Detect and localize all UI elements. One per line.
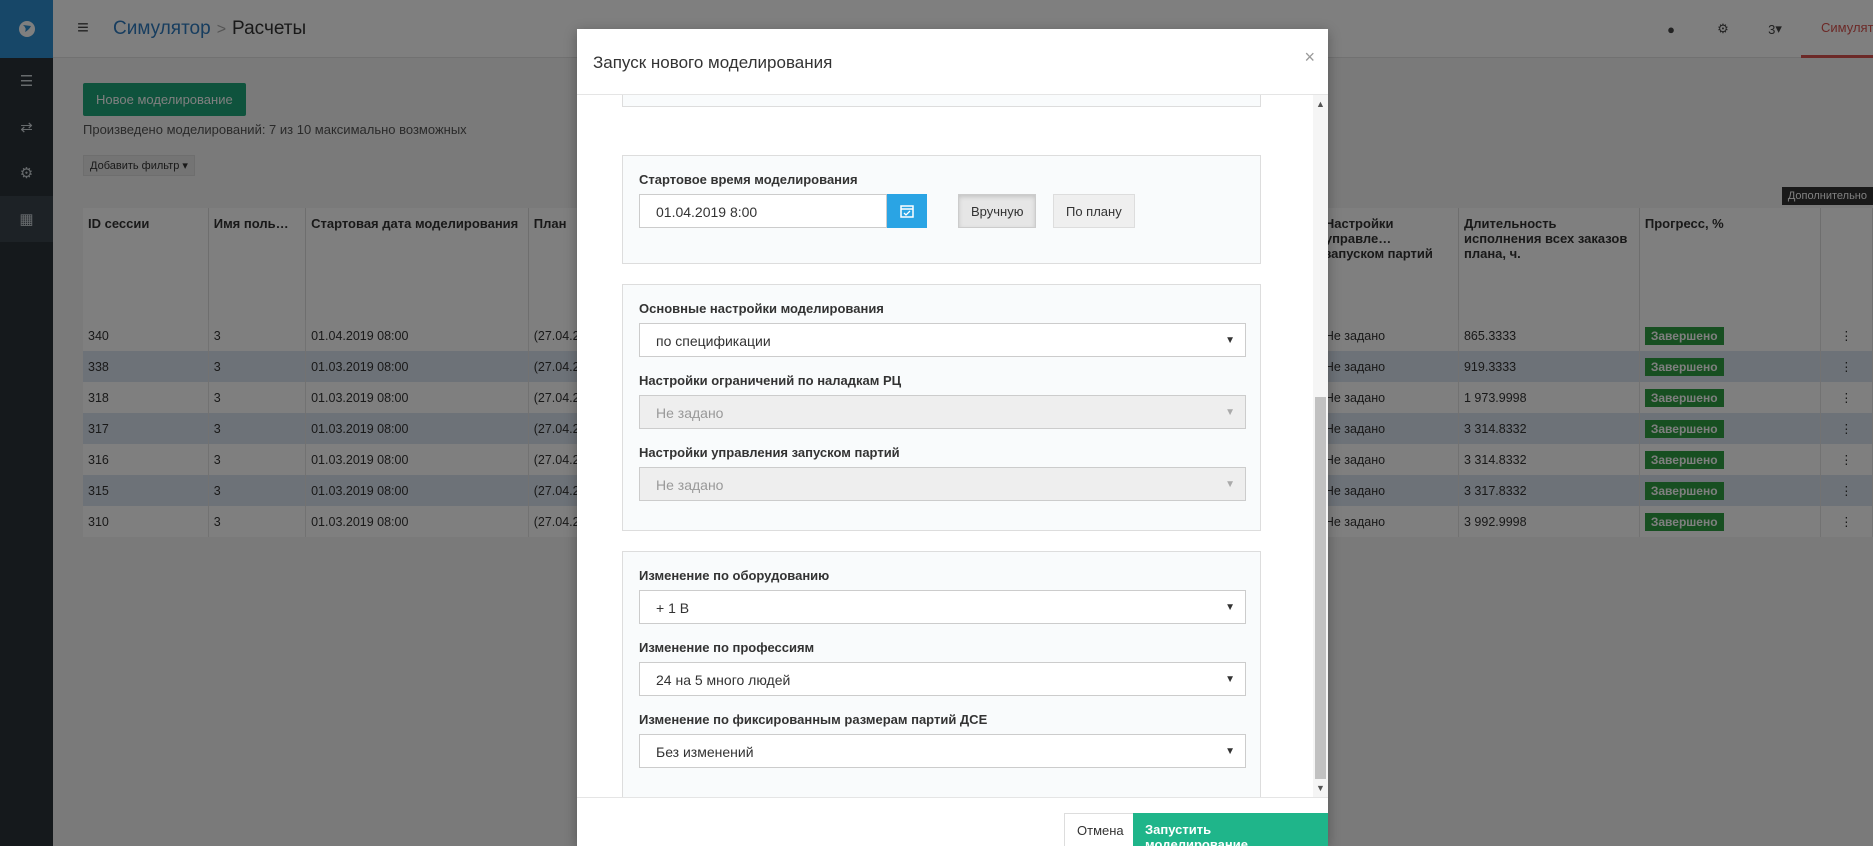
professions-label: Изменение по профессиям	[639, 640, 815, 655]
modal-header: Запуск нового моделирования ×	[577, 29, 1328, 95]
modal-title: Запуск нового моделирования	[593, 53, 833, 72]
new-simulation-modal: Запуск нового моделирования × Стартовое …	[577, 29, 1328, 846]
by-plan-toggle-button[interactable]: По плану	[1053, 194, 1135, 228]
setup-limits-value: Не задано	[656, 405, 724, 421]
setup-limits-label: Настройки ограничений по наладкам РЦ	[639, 373, 902, 388]
main-settings-section: Основные настройки моделирования по спец…	[622, 284, 1261, 531]
modal-body: Стартовое время моделирования 01.04.2019…	[577, 95, 1313, 797]
previous-section-edge	[622, 95, 1261, 107]
batch-control-select: Не задано ▼	[639, 467, 1246, 501]
batch-sizes-select[interactable]: Без изменений ▼	[639, 734, 1246, 768]
caret-down-icon: ▼	[1225, 746, 1235, 757]
main-settings-select[interactable]: по спецификации ▼	[639, 323, 1246, 357]
main-settings-value: по спецификации	[656, 333, 771, 349]
start-time-input[interactable]: 01.04.2019 8:00	[639, 194, 887, 228]
manual-toggle-button[interactable]: Вручную	[958, 194, 1037, 228]
modal-footer: Отмена Запустить моделирование	[577, 797, 1328, 846]
scroll-down-arrow-icon[interactable]: ▼	[1313, 783, 1328, 793]
batch-control-label: Настройки управления запуском партий	[639, 445, 900, 460]
caret-down-icon: ▼	[1225, 674, 1235, 685]
professions-select[interactable]: 24 на 5 много людей ▼	[639, 662, 1246, 696]
modal-scrollbar[interactable]: ▲ ▼	[1313, 95, 1328, 797]
run-simulation-button[interactable]: Запустить моделирование	[1133, 813, 1328, 846]
caret-down-icon: ▼	[1225, 602, 1235, 613]
caret-down-icon: ▼	[1225, 407, 1235, 418]
changes-section: Изменение по оборудованию + 1 В ▼ Изменен…	[622, 551, 1261, 797]
batch-sizes-value: Без изменений	[656, 744, 754, 760]
main-settings-label: Основные настройки моделирования	[639, 301, 884, 316]
scrollbar-thumb[interactable]	[1315, 397, 1326, 779]
caret-down-icon: ▼	[1225, 335, 1235, 346]
equipment-value: + 1 В	[656, 600, 690, 616]
close-icon[interactable]: ×	[1304, 47, 1315, 68]
calendar-button[interactable]	[887, 194, 927, 228]
professions-value: 24 на 5 много людей	[656, 672, 791, 688]
equipment-label: Изменение по оборудованию	[639, 568, 830, 583]
cancel-button[interactable]: Отмена	[1064, 813, 1137, 846]
start-time-section: Стартовое время моделирования 01.04.2019…	[622, 155, 1261, 264]
equipment-select[interactable]: + 1 В ▼	[639, 590, 1246, 624]
start-time-label: Стартовое время моделирования	[639, 172, 858, 187]
batch-control-value: Не задано	[656, 477, 724, 493]
caret-down-icon: ▼	[1225, 479, 1235, 490]
scroll-up-arrow-icon[interactable]: ▲	[1313, 99, 1328, 109]
setup-limits-select: Не задано ▼	[639, 395, 1246, 429]
calendar-icon	[900, 205, 914, 218]
batch-sizes-label: Изменение по фиксированным размерам парт…	[639, 712, 988, 727]
